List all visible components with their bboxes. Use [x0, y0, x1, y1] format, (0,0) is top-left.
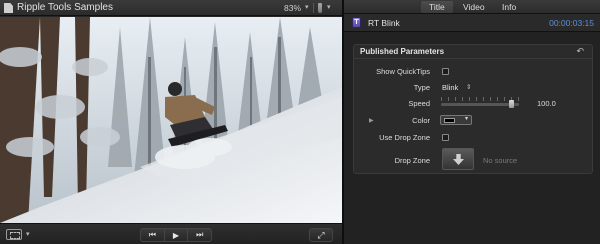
type-label: Type — [413, 83, 430, 92]
drop-arrow-icon — [453, 154, 464, 165]
document-icon — [4, 3, 13, 13]
drop-zone-label: Drop Zone — [394, 156, 430, 165]
crop-dropdown-icon[interactable]: ▾ — [26, 230, 30, 238]
use-drop-zone-label: Use Drop Zone — [379, 133, 430, 142]
tab-title[interactable]: Title — [421, 1, 453, 13]
fullscreen-icon[interactable]: ⤢ — [309, 228, 333, 242]
view-options-icon[interactable] — [318, 3, 322, 13]
reset-icon[interactable]: ↶ — [576, 46, 584, 57]
color-swatch — [444, 118, 455, 123]
clip-name: RT Blink — [368, 18, 400, 28]
color-well[interactable]: ▾ — [440, 115, 472, 125]
view-options-dropdown-icon[interactable]: ▾ — [327, 3, 331, 11]
show-quicktips-label: Show QuickTips — [376, 67, 430, 76]
published-parameters-title: Published Parameters — [360, 47, 445, 56]
header-divider — [313, 3, 314, 13]
color-label: Color — [412, 116, 430, 125]
viewer-panel: Ripple Tools Samples 83% ▾ ▾ ▾ ⏮ ▶ ⏭ ⤢ — [0, 0, 342, 244]
zoom-dropdown-icon[interactable]: ▾ — [305, 3, 309, 11]
drop-zone-status: No source — [483, 156, 518, 165]
type-popup[interactable]: Blink — [442, 83, 458, 92]
previous-edit-icon[interactable]: ⏮ — [141, 229, 165, 241]
title-clip-icon: T — [352, 17, 361, 28]
inspector-tabs: Title Video Info — [344, 0, 600, 14]
viewer-header: Ripple Tools Samples 83% ▾ ▾ — [0, 0, 342, 16]
show-quicktips-checkbox[interactable] — [442, 68, 449, 75]
crop-transform-button[interactable] — [6, 229, 22, 240]
zoom-level[interactable]: 83% — [284, 3, 301, 13]
speed-slider-thumb[interactable] — [509, 100, 515, 108]
viewer-footer: ▾ ⏮ ▶ ⏭ ⤢ — [0, 223, 342, 244]
published-parameters-header: Published Parameters ↶ — [354, 45, 592, 59]
tab-info[interactable]: Info — [494, 1, 524, 13]
speed-slider-track[interactable] — [441, 103, 519, 106]
inspector-panel: Title Video Info T RT Blink 00:00:03:15 … — [344, 0, 600, 244]
transport-controls: ⏮ ▶ ⏭ — [140, 228, 212, 242]
clip-duration: 00:00:03:15 — [549, 18, 594, 28]
color-dropdown-icon[interactable]: ▾ — [465, 115, 468, 122]
use-drop-zone-checkbox[interactable] — [442, 134, 449, 141]
clip-info-bar: T RT Blink 00:00:03:15 — [344, 14, 600, 32]
play-icon[interactable]: ▶ — [165, 229, 189, 241]
speed-value[interactable]: 100.0 — [537, 99, 556, 108]
video-frame[interactable] — [0, 17, 342, 223]
published-parameters-section: Published Parameters ↶ Show QuickTips Ty… — [353, 44, 593, 174]
tab-video[interactable]: Video — [455, 1, 493, 13]
snowboarder-video-image — [0, 17, 342, 223]
type-popup-arrows-icon[interactable]: ⇕ — [466, 83, 471, 91]
speed-label: Speed — [408, 99, 430, 108]
viewer-title: Ripple Tools Samples — [17, 2, 113, 13]
drop-zone-well[interactable] — [442, 148, 474, 170]
speed-slider-ticks — [441, 97, 519, 101]
next-edit-icon[interactable]: ⏭ — [188, 229, 211, 241]
